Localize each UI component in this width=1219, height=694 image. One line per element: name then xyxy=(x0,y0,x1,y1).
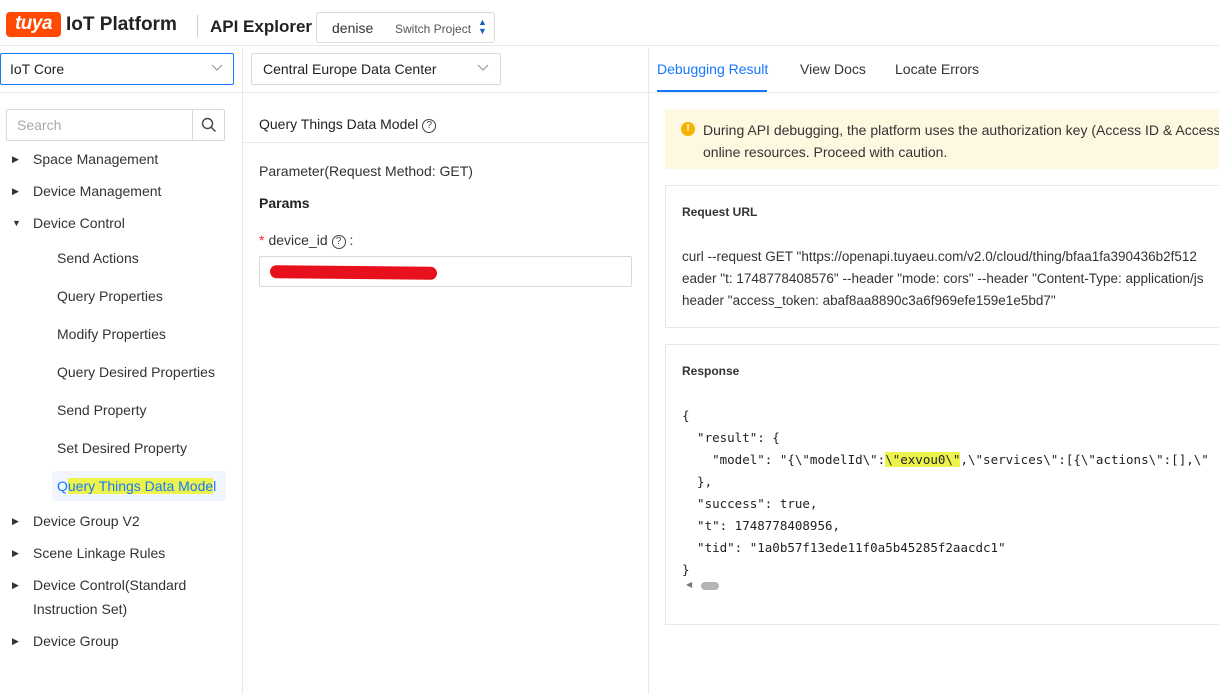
response-card: Response { "result": { "model": "{\"mode… xyxy=(665,344,1219,625)
warning-line-1: During API debugging, the platform uses … xyxy=(703,122,1219,138)
datacenter-select[interactable]: Central Europe Data Center xyxy=(251,53,501,85)
tree-item-label: Device Group xyxy=(33,633,119,649)
tree-subitem-modify-properties[interactable]: Modify Properties xyxy=(57,324,166,344)
caret-right-icon: ▶ xyxy=(12,154,19,164)
parameter-panel: Central Europe Data Center Query Things … xyxy=(243,47,649,694)
header-divider xyxy=(197,15,198,37)
params-heading: Params xyxy=(259,195,310,211)
divider xyxy=(0,92,243,93)
caret-right-icon: ▶ xyxy=(12,186,19,196)
tree-subitem-send-property[interactable]: Send Property xyxy=(57,400,147,420)
chevron-down-icon xyxy=(211,61,223,76)
warning-banner: ! During API debugging, the platform use… xyxy=(665,109,1219,169)
tree-item-label-continued: Instruction Set) xyxy=(33,601,128,617)
project-switcher[interactable]: denise Switch Project ▲ ▼ xyxy=(316,12,495,43)
response-line: "t": 1748778408956, xyxy=(682,518,841,533)
tree-subitem-query-desired-properties[interactable]: Query Desired Properties xyxy=(57,362,215,382)
tab-locate-errors[interactable]: Locate Errors xyxy=(895,61,979,77)
warning-line-2: online resources. Proceed with caution. xyxy=(703,144,948,160)
active-item-suffix: l xyxy=(213,478,217,494)
api-title-text: Query Things Data Model xyxy=(259,116,419,132)
tree-item-label: Device Management xyxy=(33,183,162,199)
help-icon[interactable]: ? xyxy=(331,235,346,249)
device-id-input[interactable] xyxy=(259,256,632,287)
platform-name: IoT Platform xyxy=(66,14,177,35)
chevron-down-icon xyxy=(477,61,489,76)
horizontal-scrollbar[interactable]: ◀ xyxy=(686,580,1219,590)
switch-project-label: Switch Project xyxy=(395,22,472,36)
project-name: denise xyxy=(332,20,374,36)
active-item-highlight: uery Things Data Mode xyxy=(67,478,214,494)
tree-item-label: Scene Linkage Rules xyxy=(33,545,166,561)
tree-item-label: Device Control xyxy=(33,215,125,231)
caret-right-icon: ▶ xyxy=(12,636,19,646)
response-line: "success": true, xyxy=(682,496,818,511)
response-line: "result": { xyxy=(682,430,780,445)
response-line-model: "model": "{\"modelId\":\"exvou0\",\"serv… xyxy=(682,449,1209,471)
parameter-method-label: Parameter(Request Method: GET) xyxy=(259,163,473,179)
caret-right-icon: ▶ xyxy=(12,548,19,558)
device-id-label-text: device_id xyxy=(268,232,328,248)
sort-arrows-icon: ▲ ▼ xyxy=(478,17,487,36)
request-url-title: Request URL xyxy=(682,205,758,219)
request-url-line: header "access_token: abaf8aa8890c3a6f96… xyxy=(682,293,1056,308)
scrollbar-thumb[interactable] xyxy=(701,582,719,590)
help-icon[interactable]: ? xyxy=(422,119,437,133)
warning-text: During API debugging, the platform uses … xyxy=(703,119,1219,163)
tree-subitem-query-properties[interactable]: Query Properties xyxy=(57,286,163,306)
warning-icon: ! xyxy=(681,122,695,136)
request-url-line: eader "t: 1748778408576" --header "mode:… xyxy=(682,271,1204,286)
tree-item-label: Space Management xyxy=(33,151,159,167)
response-line: "tid": "1a0b57f13ede11f0a5b45285f2aacdc1… xyxy=(682,540,1006,555)
tree-subitem-set-desired-property[interactable]: Set Desired Property xyxy=(57,438,187,458)
model-key: "model": "{\"modelId\": xyxy=(682,452,886,467)
section-title: API Explorer xyxy=(210,17,313,36)
caret-right-icon: ▶ xyxy=(12,580,19,590)
response-json: { "result": { "model": "{\"modelId\":\"e… xyxy=(682,405,1209,581)
model-rest: ,\"services\":[{\"actions\":[],\" xyxy=(960,452,1209,467)
request-url-text: curl --request GET "https://openapi.tuya… xyxy=(682,246,1204,312)
model-id-highlight: \"exvou0\" xyxy=(885,452,961,467)
redaction-mark xyxy=(269,265,438,280)
left-sidebar: IoT Core ▶ Space Management ▶ Device Man… xyxy=(0,47,243,694)
service-select-value: IoT Core xyxy=(10,61,65,77)
datacenter-select-value: Central Europe Data Center xyxy=(263,61,437,77)
response-line: }, xyxy=(682,474,713,489)
tree-subitem-query-things-data-model[interactable]: Query Things Data Model xyxy=(52,471,226,501)
tree-subitem-send-actions[interactable]: Send Actions xyxy=(57,248,139,268)
caret-down-icon: ▼ xyxy=(12,218,21,228)
required-marker: * xyxy=(259,232,265,248)
search-icon xyxy=(201,117,216,132)
api-title: Query Things Data Model? xyxy=(259,116,437,133)
search-button[interactable] xyxy=(192,110,224,140)
tab-view-docs[interactable]: View Docs xyxy=(800,61,866,77)
tuya-logo[interactable]: tuya xyxy=(6,12,61,37)
active-item-prefix: Q xyxy=(57,478,68,494)
divider xyxy=(243,142,649,143)
scroll-left-icon[interactable]: ◀ xyxy=(686,580,692,589)
tree-item-label: Device Control(Standard xyxy=(33,577,187,593)
response-title: Response xyxy=(682,364,740,378)
result-panel: Debugging Result View Docs Locate Errors… xyxy=(649,47,1219,694)
device-id-label: * device_id? : xyxy=(259,232,353,249)
divider xyxy=(243,92,649,93)
service-select[interactable]: IoT Core xyxy=(0,53,234,85)
top-header: tuya IoT Platform API Explorer denise Sw… xyxy=(0,0,1219,46)
tab-debugging-result[interactable]: Debugging Result xyxy=(657,61,768,77)
response-line: } xyxy=(682,562,690,577)
search-box xyxy=(6,109,225,141)
caret-right-icon: ▶ xyxy=(12,516,19,526)
response-line: { xyxy=(682,408,690,423)
request-url-card: Request URL curl --request GET "https://… xyxy=(665,185,1219,328)
divider xyxy=(649,92,1219,93)
search-input[interactable] xyxy=(7,110,193,140)
tree-item-label: Device Group V2 xyxy=(33,513,140,529)
request-url-line: curl --request GET "https://openapi.tuya… xyxy=(682,249,1197,264)
label-colon: : xyxy=(349,232,354,248)
